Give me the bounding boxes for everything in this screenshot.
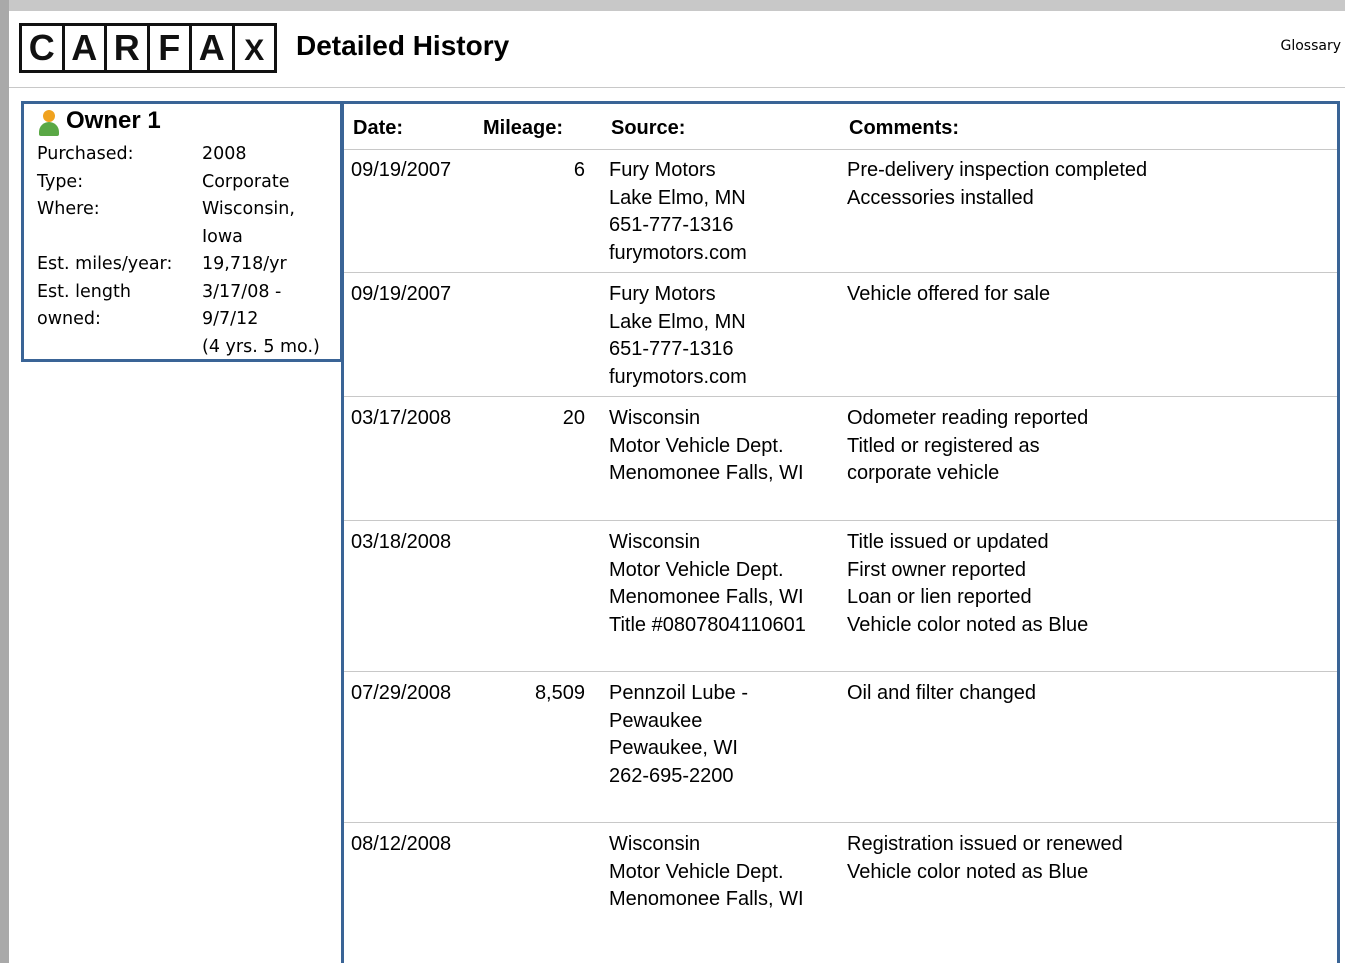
owner-heading: Owner 1 <box>38 106 161 136</box>
table-row: 07/29/2008 8,509 Pennzoil Lube - Pewauke… <box>344 672 1337 823</box>
record-date: 09/19/2007 <box>351 283 452 305</box>
logo-letter: R <box>107 26 147 70</box>
column-header-date: Date: <box>353 117 404 139</box>
owner-detail-value: 19,718/yr <box>202 254 287 274</box>
record-source: Wisconsin Motor Vehicle Dept. Menomonee … <box>609 833 804 910</box>
table-row: 09/19/2007 6 Fury Motors Lake Elmo, MN 6… <box>344 149 1337 273</box>
record-comments: Pre-delivery inspection completed Access… <box>847 159 1148 209</box>
header-divider <box>9 87 1345 88</box>
column-header-comments: Comments: <box>849 117 960 139</box>
table-header-row: Date: Mileage: Source: Comments: <box>344 104 1337 150</box>
record-date: 03/17/2008 <box>351 407 452 429</box>
record-mileage: 6 <box>573 159 585 181</box>
record-mileage: 20 <box>562 407 585 429</box>
owner-details: Purchased: 2008 Type: Corporate Where: W… <box>37 141 342 361</box>
owner-detail-label: Est. miles/year: <box>37 254 173 274</box>
record-mileage: 8,509 <box>534 682 585 704</box>
window-left-border <box>0 0 9 963</box>
record-comments: Odometer reading reported Titled or regi… <box>847 407 1089 484</box>
record-source: Fury Motors Lake Elmo, MN 651-777-1316 f… <box>609 283 747 388</box>
owner-detail-label: Type: <box>37 171 84 192</box>
column-header-mileage: Mileage: <box>483 117 564 139</box>
logo-letter: F <box>149 26 189 70</box>
owner-detail-row: Type: Corporate <box>37 169 342 197</box>
owner-detail-label: Where: <box>37 199 100 219</box>
owner-detail-label: Purchased: <box>37 144 134 164</box>
logo-letter: X <box>234 26 274 70</box>
logo-letter: A <box>192 26 232 70</box>
owner-summary-box: Owner 1 Purchased: 2008 Type: Corporate … <box>21 101 343 362</box>
owner-detail-row: Where: Wisconsin, Iowa <box>37 196 342 251</box>
record-source: Fury Motors Lake Elmo, MN 651-777-1316 f… <box>609 159 747 264</box>
record-comments: Vehicle offered for sale <box>847 283 1051 305</box>
record-comments: Oil and filter changed <box>847 682 1037 704</box>
glossary-link[interactable]: Glossary <box>1280 38 1341 54</box>
owner-detail-label: owned: <box>37 309 101 329</box>
owner-detail-value: 9/7/12 (4 yrs. 5 mo.) <box>202 309 320 357</box>
record-comments: Registration issued or renewed Vehicle c… <box>847 833 1123 883</box>
owner-detail-row: Est. miles/year: 19,718/yr <box>37 251 342 279</box>
window-top-border <box>0 0 1345 11</box>
record-source: Wisconsin Motor Vehicle Dept. Menomonee … <box>609 407 804 484</box>
table-row: 08/12/2008 Wisconsin Motor Vehicle Dept.… <box>344 823 1337 963</box>
owner-detail-value: 3/17/08 - <box>202 281 282 302</box>
history-table: Date: Mileage: Source: Comments: 09/19/2… <box>341 101 1340 963</box>
owner-detail-row: owned: 9/7/12 (4 yrs. 5 mo.) <box>37 306 342 361</box>
owner-detail-row: Purchased: 2008 <box>37 141 342 169</box>
record-date: 08/12/2008 <box>351 833 452 855</box>
owner-name: Owner 1 <box>66 107 161 134</box>
record-date: 03/18/2008 <box>351 531 452 553</box>
record-source: Pennzoil Lube - Pewaukee Pewaukee, WI 26… <box>609 682 748 787</box>
carfax-logo: C A R F A X <box>19 23 277 73</box>
logo-letter: C <box>22 26 62 70</box>
record-date: 07/29/2008 <box>351 682 452 704</box>
table-row: 09/19/2007 Fury Motors Lake Elmo, MN 651… <box>344 273 1337 397</box>
table-row: 03/18/2008 Wisconsin Motor Vehicle Dept.… <box>344 521 1337 672</box>
table-row: 03/17/2008 20 Wisconsin Motor Vehicle De… <box>344 397 1337 521</box>
record-comments: Title issued or updated First owner repo… <box>847 531 1089 636</box>
owner-detail-value: 2008 <box>202 144 247 164</box>
record-source: Wisconsin Motor Vehicle Dept. Menomonee … <box>609 531 806 636</box>
owner-detail-value: Corporate <box>202 171 290 192</box>
record-date: 09/19/2007 <box>351 159 452 181</box>
owner-detail-value: Wisconsin, Iowa <box>202 199 295 247</box>
owner-detail-row: Est. length 3/17/08 - <box>37 279 342 307</box>
logo-letter: A <box>64 26 104 70</box>
owner-detail-label: Est. length <box>37 281 131 302</box>
person-icon <box>38 106 60 136</box>
page-title: Detailed History <box>296 30 510 61</box>
column-header-source: Source: <box>611 117 686 139</box>
